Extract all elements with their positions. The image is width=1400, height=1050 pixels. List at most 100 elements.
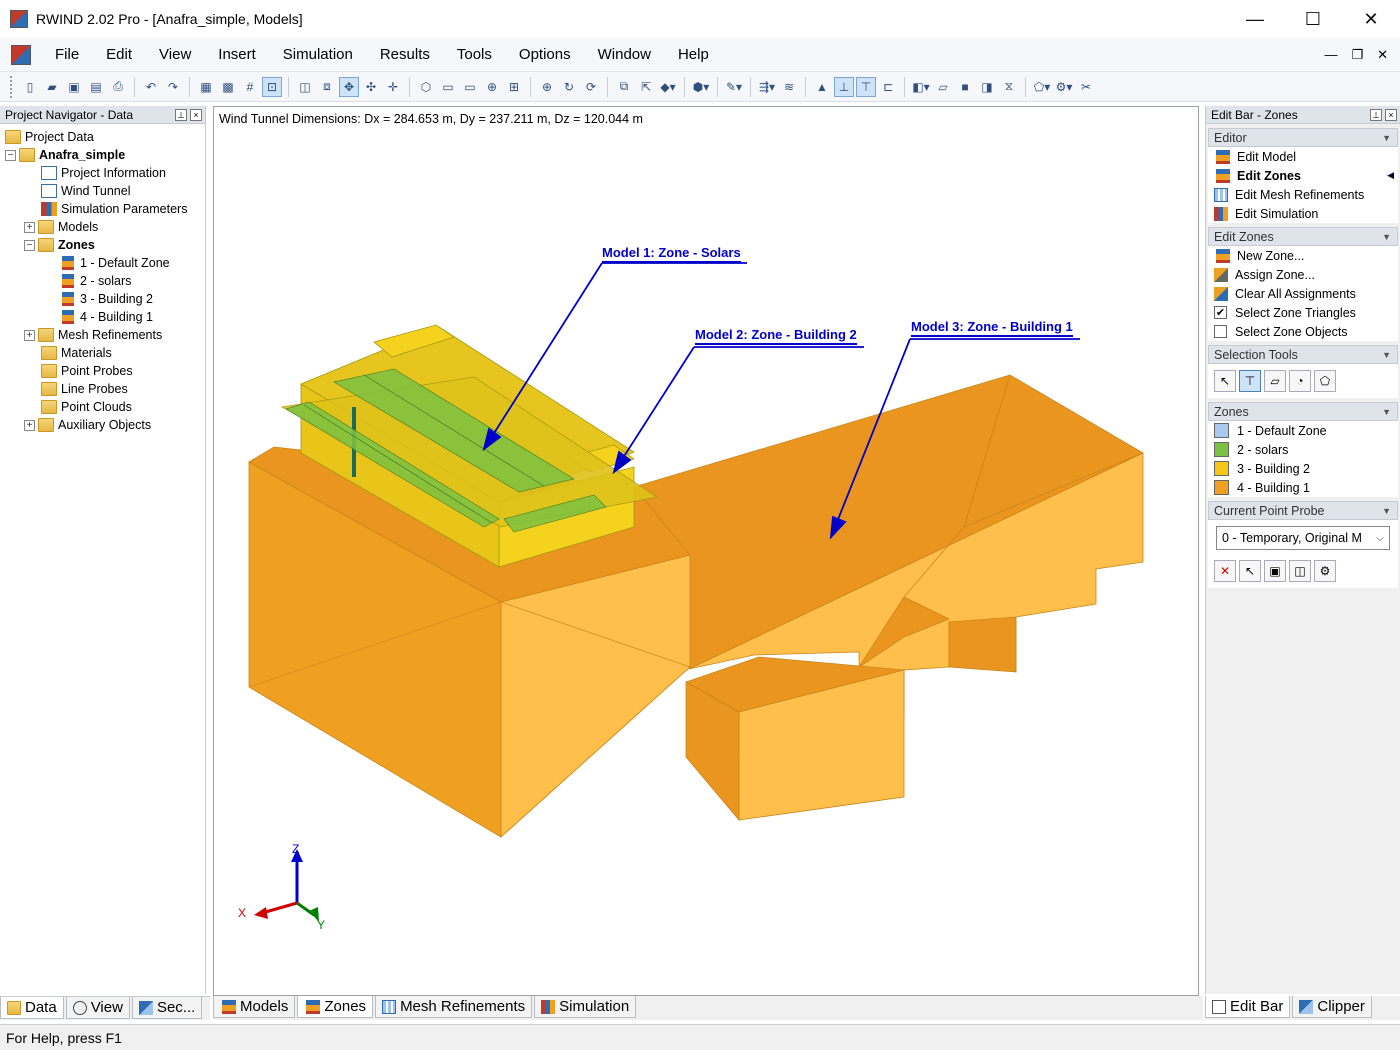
probe-view-icon[interactable]: ◫	[1289, 560, 1311, 582]
menu-view[interactable]: View	[147, 46, 206, 63]
tree-item-materials[interactable]: Materials	[0, 344, 205, 362]
tree-item-project[interactable]: − Anafra_simple	[0, 146, 205, 164]
minimize-button[interactable]: —	[1226, 0, 1284, 38]
tree-item-project-information[interactable]: Project Information	[0, 164, 205, 182]
tab-data[interactable]: Data	[0, 997, 64, 1019]
tab-simulation[interactable]: Simulation	[534, 996, 637, 1018]
tree-item-point-probes[interactable]: Point Probes	[0, 362, 205, 380]
settings-dropdown-icon[interactable]: ⚙▾	[1054, 77, 1074, 97]
edit-zones-header[interactable]: Edit Zones ▼	[1208, 227, 1398, 246]
chevron-down-icon[interactable]: ⌵	[1371, 533, 1389, 544]
mdi-restore-button[interactable]: ❐	[1351, 47, 1363, 63]
tab-clipper[interactable]: Clipper	[1292, 996, 1372, 1018]
zone-list-item[interactable]: 4 - Building 1	[1208, 478, 1398, 497]
expand-icon[interactable]: +	[24, 221, 35, 233]
pin-icon[interactable]: ⊥	[1370, 108, 1382, 121]
menu-file[interactable]: File	[43, 46, 94, 63]
menu-results[interactable]: Results	[368, 46, 445, 63]
grid-icon[interactable]: ▩	[218, 77, 238, 97]
tab-sections[interactable]: Sec...	[131, 997, 203, 1019]
mdi-minimize-button[interactable]: —	[1324, 47, 1337, 63]
pin-icon[interactable]: ⊥	[175, 108, 187, 121]
probe-icon[interactable]: ⊥	[834, 76, 854, 97]
rotate-cw-icon[interactable]: ↻	[559, 77, 579, 97]
tree-item-simulation-parameters[interactable]: Simulation Parameters	[0, 200, 205, 218]
probe-settings-icon[interactable]: ⚙	[1314, 560, 1336, 582]
clear-assignments-item[interactable]: Clear All Assignments	[1208, 284, 1398, 303]
zoom-all-icon[interactable]: ⊞	[504, 77, 524, 97]
mdi-close-button[interactable]: ✕	[1377, 47, 1388, 63]
tools-icon[interactable]: ✂	[1076, 77, 1096, 97]
select-point-icon[interactable]: ⊤	[1239, 370, 1261, 392]
tree-item-project-data[interactable]: Project Data	[0, 128, 205, 146]
zone-list-item[interactable]: 2 - solars	[1208, 440, 1398, 459]
close-panel-icon[interactable]: ×	[1385, 108, 1397, 121]
collapse-arrow-icon[interactable]: ▼	[1382, 506, 1391, 516]
select-zone-triangles-checkbox[interactable]: ✔ Select Zone Triangles	[1208, 303, 1398, 322]
collapse-icon[interactable]: −	[5, 149, 16, 161]
edit-simulation-item[interactable]: Edit Simulation	[1208, 204, 1398, 223]
3d-viewport[interactable]: Z X Y Wind Tunnel Dimensions: Dx = 284.6…	[213, 106, 1199, 996]
layers-icon[interactable]: ≋	[779, 77, 799, 97]
tab-view[interactable]: View	[65, 997, 130, 1019]
delete-probe-icon[interactable]: ✕	[1214, 560, 1236, 582]
save-as-icon[interactable]: ▤	[86, 77, 106, 97]
tree-item-zones[interactable]: − Zones	[0, 236, 205, 254]
toolbar-grip[interactable]	[10, 75, 14, 98]
print-icon[interactable]: ⎙	[108, 77, 128, 97]
open-folder-icon[interactable]: ▰	[42, 77, 62, 97]
copy-objects-icon[interactable]: ⧉	[614, 77, 634, 97]
select-zone-objects-checkbox[interactable]: Select Zone Objects	[1208, 322, 1398, 341]
refresh-icon[interactable]: ⟳	[581, 77, 601, 97]
close-button[interactable]: ✕	[1342, 0, 1400, 38]
editor-header[interactable]: Editor ▼	[1208, 128, 1398, 147]
edit-mesh-refinements-item[interactable]: Edit Mesh Refinements	[1208, 185, 1398, 204]
menu-window[interactable]: Window	[586, 46, 666, 63]
view-side-icon[interactable]: ▭	[460, 77, 480, 97]
redo-icon[interactable]: ↷	[163, 77, 183, 97]
collapse-arrow-icon[interactable]: ▼	[1382, 133, 1391, 143]
expand-icon[interactable]: +	[24, 419, 35, 431]
colors-dropdown-icon[interactable]: ◆▾	[658, 77, 678, 97]
assign-zone-item[interactable]: Assign Zone...	[1208, 265, 1398, 284]
move-objects-icon[interactable]: ⇱	[636, 77, 656, 97]
pick-probe-icon[interactable]: ↖	[1239, 560, 1261, 582]
tree-item-zone[interactable]: 4 - Building 1	[0, 308, 205, 326]
select-surface-icon[interactable]: ▱	[1264, 370, 1286, 392]
menu-insert[interactable]: Insert	[206, 46, 271, 63]
zone-list-item[interactable]: 3 - Building 2	[1208, 459, 1398, 478]
maximize-button[interactable]: ☐	[1284, 0, 1342, 38]
point-probe-header[interactable]: Current Point Probe ▼	[1208, 501, 1398, 520]
checkbox[interactable]	[1214, 325, 1227, 338]
zone-tools-icon[interactable]: ⬠▾	[1032, 77, 1052, 97]
undo-icon[interactable]: ↶	[141, 77, 161, 97]
edit-pen-icon[interactable]: ✎▾	[724, 77, 744, 97]
section-icon[interactable]: ◧▾	[911, 77, 931, 97]
tab-zones[interactable]: Zones	[297, 996, 374, 1018]
snap-point-icon[interactable]: ⊡	[262, 76, 282, 97]
wind-tunnel-icon[interactable]: ◫	[295, 77, 315, 97]
symmetry-icon[interactable]: ⧖	[999, 77, 1019, 97]
menu-tools[interactable]: Tools	[445, 46, 507, 63]
line-probe-icon[interactable]: ⊏	[878, 77, 898, 97]
snap-grid-icon[interactable]: #	[240, 77, 260, 97]
selection-tools-header[interactable]: Selection Tools ▼	[1208, 345, 1398, 364]
document-icon[interactable]	[11, 44, 31, 65]
zoom-window-icon[interactable]: ⊕	[482, 77, 502, 97]
tree-item-zone[interactable]: 2 - solars	[0, 272, 205, 290]
edit-zones-item[interactable]: Edit Zones ◀	[1208, 166, 1398, 185]
close-panel-icon[interactable]: ×	[190, 108, 202, 121]
tree-item-line-probes[interactable]: Line Probes	[0, 380, 205, 398]
collapse-arrow-icon[interactable]: ▼	[1382, 350, 1391, 360]
tab-mesh-refinements[interactable]: Mesh Refinements	[375, 996, 533, 1018]
menu-edit[interactable]: Edit	[94, 46, 147, 63]
menu-help[interactable]: Help	[666, 46, 724, 63]
tree-item-point-clouds[interactable]: Point Clouds	[0, 398, 205, 416]
select-circle-icon[interactable]: ◔	[1289, 370, 1311, 392]
view-iso-icon[interactable]: ⬡	[416, 77, 436, 97]
streamlines-icon[interactable]: ⇶▾	[757, 77, 777, 97]
select-pointer-icon[interactable]: ↖	[1214, 370, 1236, 392]
tab-models[interactable]: Models	[213, 996, 296, 1018]
zone-list-item[interactable]: 1 - Default Zone	[1208, 421, 1398, 440]
model-scene[interactable]: Z X Y	[214, 107, 1200, 997]
